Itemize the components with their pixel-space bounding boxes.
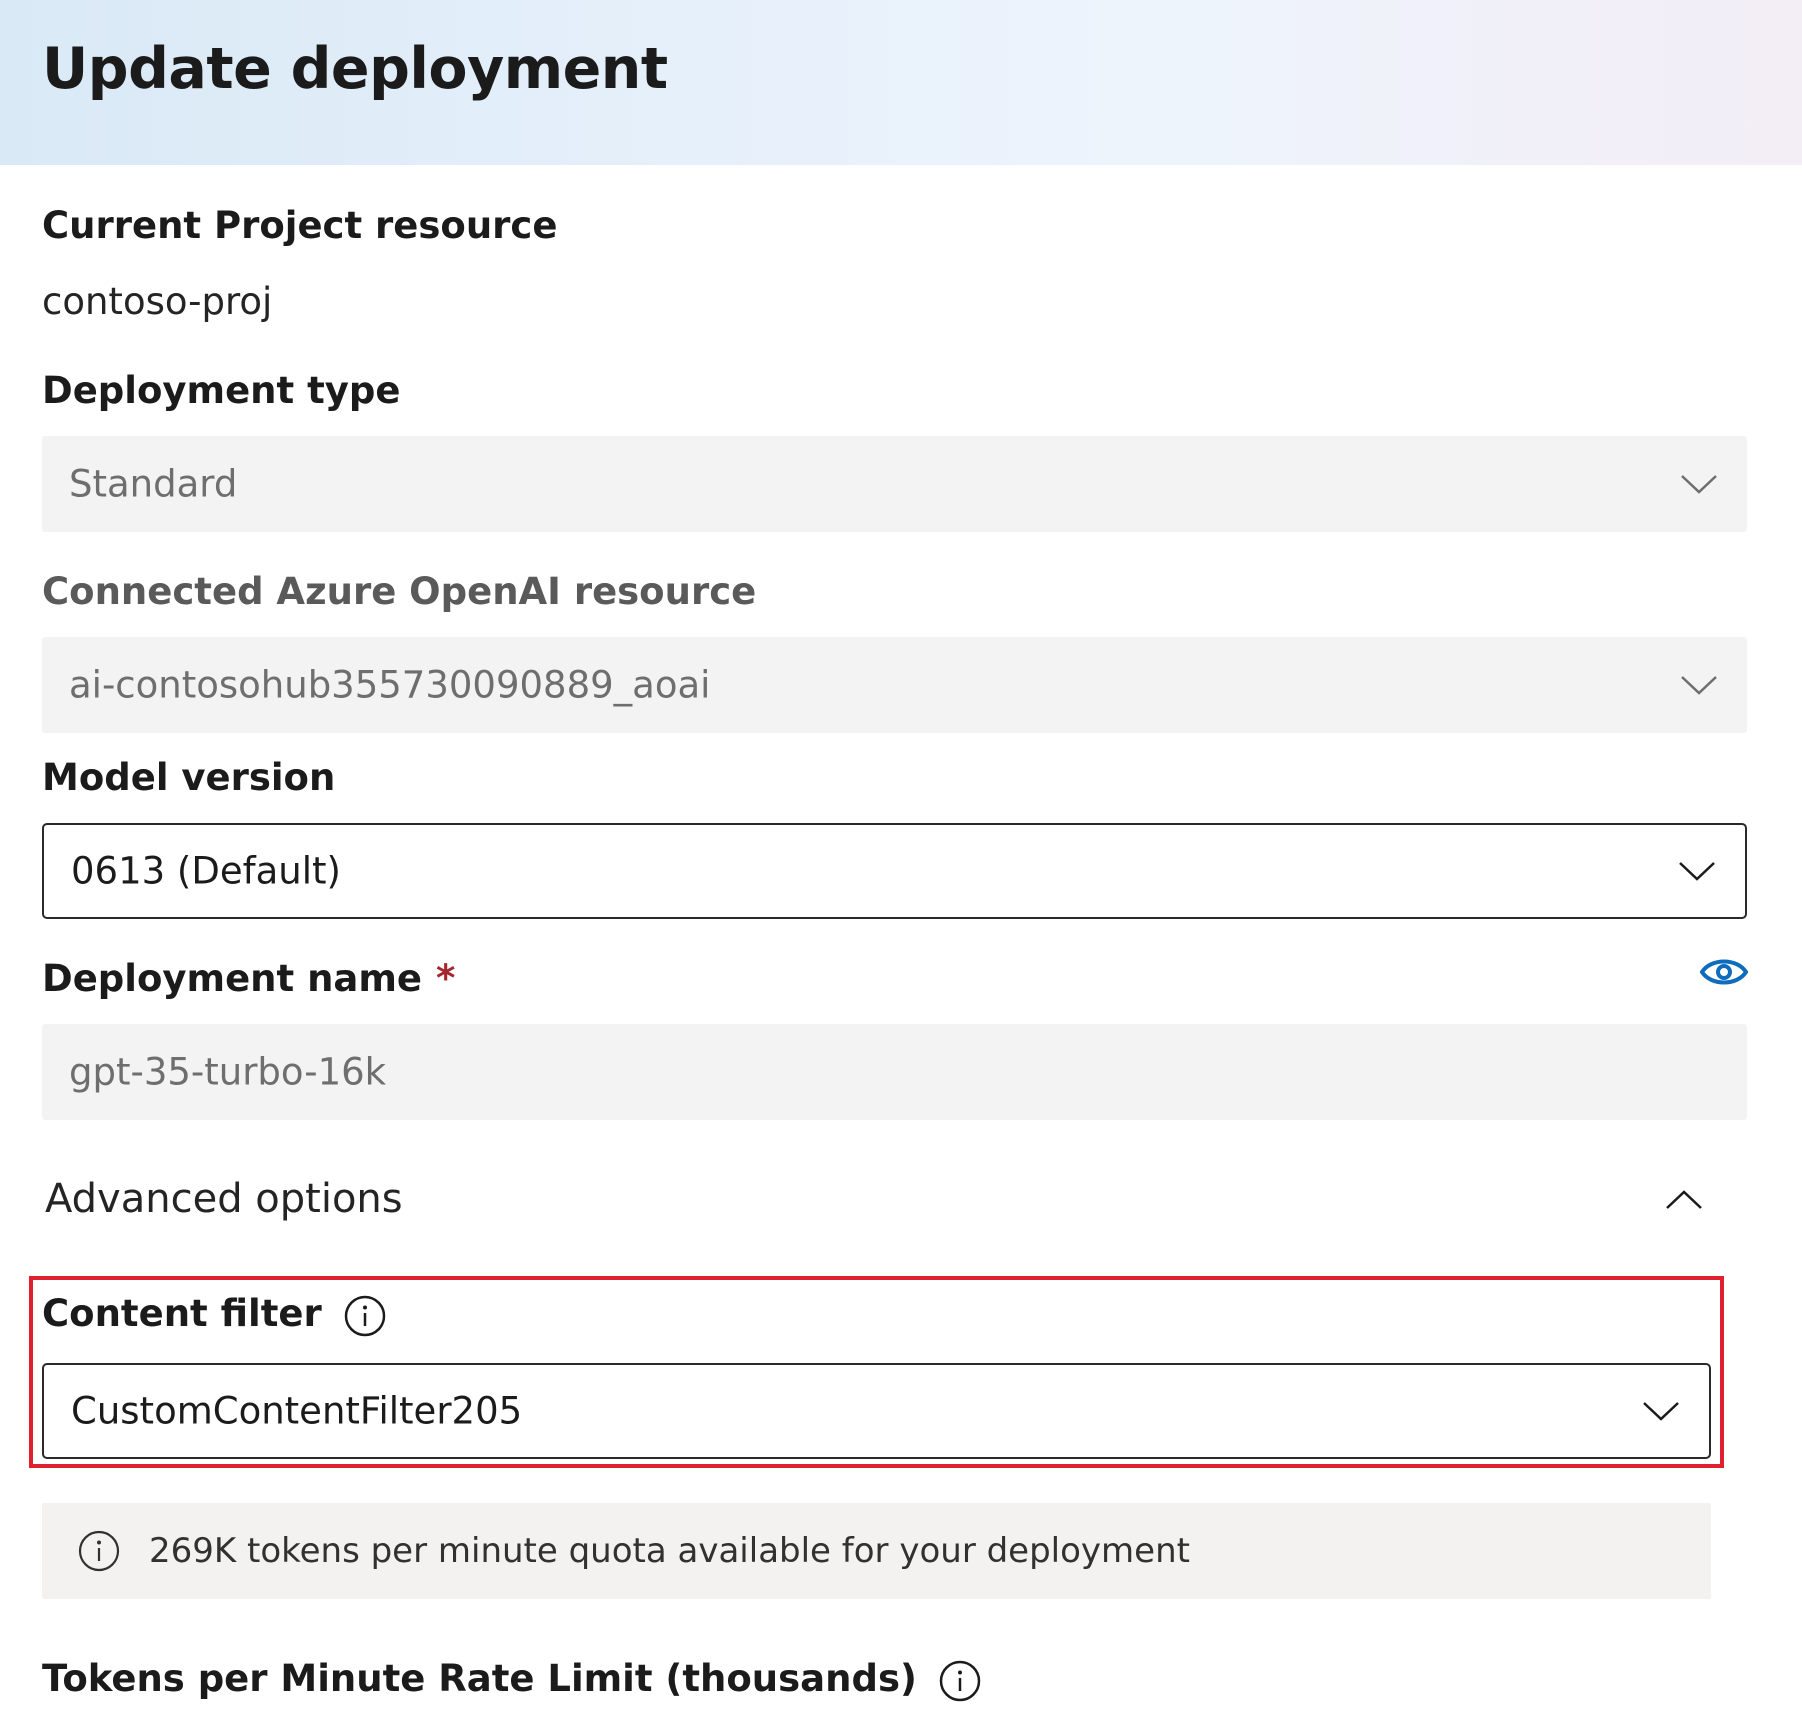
deployment-name-label: Deployment name * — [42, 957, 455, 1000]
openai-resource-dropdown[interactable]: ai-contosohub355730090889_aoai — [42, 637, 1747, 733]
advanced-options-toggle[interactable]: Advanced options — [45, 1176, 403, 1222]
chevron-down-icon — [1681, 475, 1717, 494]
quota-message-text: 269K tokens per minute quota available f… — [149, 1531, 1190, 1571]
content-filter-label-text: Content filter — [42, 1292, 322, 1335]
deployment-type-label: Deployment type — [42, 369, 401, 412]
chevron-down-icon — [1681, 676, 1717, 695]
openai-resource-value: ai-contosohub355730090889_aoai — [69, 663, 711, 707]
chevron-down-icon — [1643, 1402, 1679, 1421]
chevron-up-icon[interactable] — [1664, 1188, 1704, 1212]
project-value: contoso-proj — [42, 280, 273, 323]
content-filter-label: Content filter — [42, 1292, 386, 1337]
rate-limit-label: Tokens per Minute Rate Limit (thousands) — [42, 1657, 981, 1702]
info-icon — [78, 1530, 120, 1572]
model-version-value: 0613 (Default) — [71, 849, 341, 893]
info-icon[interactable] — [344, 1295, 386, 1337]
required-marker: * — [436, 957, 456, 1000]
chevron-down-icon — [1679, 862, 1715, 881]
info-icon[interactable] — [939, 1660, 981, 1702]
rate-limit-label-text: Tokens per Minute Rate Limit (thousands) — [42, 1657, 917, 1700]
deployment-type-dropdown[interactable]: Standard — [42, 436, 1747, 532]
deployment-name-label-text: Deployment name — [42, 957, 423, 1000]
deployment-type-value: Standard — [69, 462, 238, 506]
model-version-label: Model version — [42, 756, 336, 799]
deployment-name-value: gpt-35-turbo-16k — [69, 1050, 387, 1094]
openai-resource-label: Connected Azure OpenAI resource — [42, 570, 757, 613]
deployment-name-input[interactable]: gpt-35-turbo-16k — [42, 1024, 1747, 1120]
content-filter-dropdown[interactable]: CustomContentFilter205 — [42, 1363, 1711, 1459]
page-title: Update deployment — [42, 36, 668, 102]
quota-message-bar: 269K tokens per minute quota available f… — [42, 1503, 1711, 1599]
content-filter-value: CustomContentFilter205 — [71, 1389, 523, 1433]
panel-header: Update deployment — [0, 0, 1802, 165]
project-label: Current Project resource — [42, 204, 558, 247]
eye-icon[interactable] — [1699, 956, 1749, 988]
model-version-dropdown[interactable]: 0613 (Default) — [42, 823, 1747, 919]
